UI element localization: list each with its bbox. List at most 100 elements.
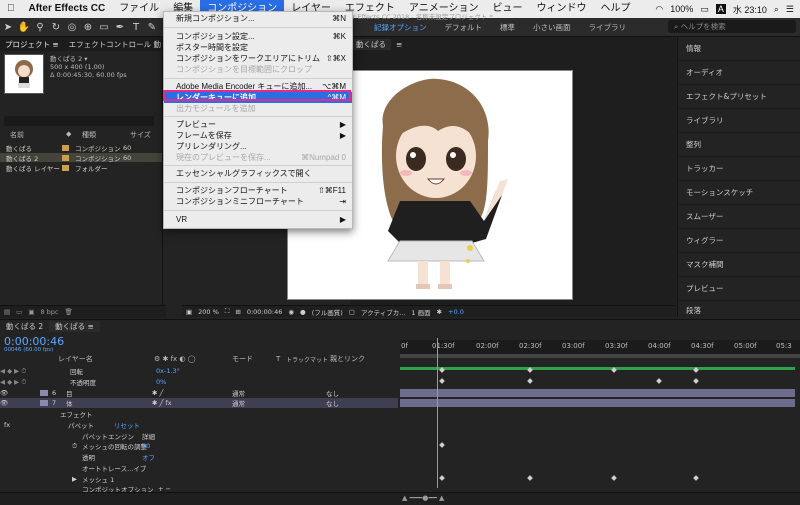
menu-item-essential-graphics[interactable]: エッセンシャルグラフィックスで開く: [164, 168, 352, 179]
camera-tool-icon[interactable]: ◎: [65, 20, 79, 34]
panel-audio[interactable]: オーディオ: [678, 61, 800, 85]
prop-value[interactable]: オフ: [142, 452, 155, 462]
menu-help[interactable]: ヘルプ: [594, 0, 638, 18]
reset-link[interactable]: リセット: [114, 420, 140, 430]
hand-tool-icon[interactable]: ✋: [17, 20, 31, 34]
menu-item-pre-render[interactable]: プリレンダリング...: [164, 141, 352, 152]
input-method[interactable]: A: [715, 4, 726, 14]
menu-item-save-frame[interactable]: フレームを保存 ▶: [164, 130, 352, 141]
workspace-tab[interactable]: 記録オプション: [365, 22, 436, 33]
bit-depth[interactable]: 8 bpc: [40, 308, 58, 316]
panel-mask-interpolation[interactable]: マスク補間: [678, 253, 800, 277]
col-size[interactable]: サイズ: [130, 130, 151, 140]
selection-tool-icon[interactable]: ➤: [1, 20, 15, 34]
panel-info[interactable]: 情報: [678, 37, 800, 61]
rectangle-tool-icon[interactable]: ▭: [97, 20, 111, 34]
menu-item-mini-flowchart[interactable]: コンポジションミニフローチャート ⇥: [164, 196, 352, 207]
stopwatch-icon[interactable]: ⏱: [72, 442, 82, 451]
zoom-slider-icon[interactable]: ▲ ━━━●━━ ▲: [402, 494, 444, 502]
tab-project[interactable]: プロジェクト ≡: [0, 39, 64, 50]
tab-effect-controls[interactable]: エフェクトコントロール 動: [64, 39, 166, 50]
app-menu[interactable]: After Effects CC: [22, 0, 113, 18]
group-row[interactable]: エフェクト: [0, 409, 398, 419]
property-row[interactable]: パペットエンジン 詳細: [0, 431, 398, 441]
snapshot-icon[interactable]: ◉: [288, 308, 294, 316]
panel-motion-sketch[interactable]: モーションスケッチ: [678, 181, 800, 205]
camera-dropdown[interactable]: アクティブカ...: [361, 307, 405, 317]
col-layer-name[interactable]: レイヤー名: [58, 354, 154, 364]
help-search-input[interactable]: ⌕ ヘルプを検索: [668, 20, 796, 33]
menu-item-flowchart[interactable]: コンポジションフローチャート ⇧⌘F11: [164, 185, 352, 196]
prop-value[interactable]: 0x-1.3°: [156, 367, 180, 375]
trash-icon[interactable]: 🗑: [65, 308, 73, 316]
work-area-bar[interactable]: [400, 354, 800, 358]
property-row[interactable]: オートトレース...イブ: [0, 463, 398, 473]
apple-icon[interactable]: : [0, 0, 22, 18]
pan-behind-tool-icon[interactable]: ⊕: [81, 20, 95, 34]
fit-icon[interactable]: ⛶: [225, 307, 230, 316]
mode-dropdown[interactable]: 通常: [232, 398, 286, 408]
menu-item-preview[interactable]: プレビュー ▶: [164, 119, 352, 130]
workspace-tab[interactable]: 小さい画面: [524, 22, 580, 33]
channel-icon[interactable]: ●: [300, 308, 306, 316]
mode-dropdown[interactable]: 通常: [232, 388, 286, 398]
layer-row-selected[interactable]: 👁 7 体 ✱ ╱ fx 通常 なし: [0, 398, 398, 408]
viewer-timecode[interactable]: 0:00:00:46: [247, 308, 283, 316]
label-icon[interactable]: ◆: [66, 130, 82, 140]
eye-icon[interactable]: 👁: [0, 399, 40, 407]
pen-tool-icon[interactable]: ✒: [113, 20, 127, 34]
property-row[interactable]: ◀ ◆ ▶ ⏱ 回転 0x-1.3°: [0, 366, 398, 377]
keyframe-nav-icon[interactable]: ◀ ◆ ▶ ⏱: [0, 378, 70, 387]
prop-value[interactable]: 20: [142, 442, 150, 450]
panel-preview[interactable]: プレビュー: [678, 277, 800, 301]
expand-arrow-icon[interactable]: ▶: [72, 475, 82, 483]
menu-file[interactable]: ファイル: [112, 0, 166, 18]
layer-row[interactable]: 👁 6 目 ✱ ╱ 通常 なし: [0, 388, 398, 398]
project-row[interactable]: 動くぱる レイヤー フォルダー: [0, 163, 162, 173]
menu-item-trim-work-area[interactable]: コンポジションをワークエリアにトリム ⇧⌘X: [164, 53, 352, 64]
new-comp-icon[interactable]: ▣: [28, 308, 34, 316]
panel-smoother[interactable]: スムーザー: [678, 205, 800, 229]
workspace-tab[interactable]: デフォルト: [436, 22, 492, 33]
menu-item-vr[interactable]: VR ▶: [164, 214, 352, 225]
menu-window[interactable]: ウィンドウ: [530, 0, 594, 18]
col-parent[interactable]: 親とリンク: [330, 354, 365, 364]
menu-item-comp-settings[interactable]: コンポジション設定... ⌘K: [164, 31, 352, 42]
quality-dropdown[interactable]: (フル画質): [312, 307, 343, 317]
selected-item-name[interactable]: 動くぱる 2 ▾: [50, 55, 127, 63]
parent-dropdown[interactable]: なし: [326, 388, 339, 398]
layer-name[interactable]: 体: [66, 398, 152, 408]
tab-comp[interactable]: 動くぱる: [351, 38, 391, 50]
layer-bar[interactable]: [400, 389, 795, 397]
layer-name[interactable]: 目: [66, 388, 152, 398]
brush-tool-icon[interactable]: ✎: [145, 20, 159, 34]
zoom-tool-icon[interactable]: ⚲: [33, 20, 47, 34]
parent-dropdown[interactable]: なし: [326, 398, 339, 408]
exposure-value[interactable]: +0.0: [448, 308, 464, 316]
view-layout-dropdown[interactable]: 1 画面: [411, 307, 430, 317]
always-preview-icon[interactable]: ▣: [186, 308, 192, 316]
project-row[interactable]: 動くぱる コンポジション 60: [0, 143, 162, 153]
playhead[interactable]: [437, 338, 438, 488]
battery-icon[interactable]: ▭: [700, 4, 709, 15]
layer-bar[interactable]: [400, 399, 795, 407]
panel-tracker[interactable]: トラッカー: [678, 157, 800, 181]
property-row[interactable]: ⏱ メッシュの回転の調整 20: [0, 441, 398, 452]
viewer-menu-icon[interactable]: ≡: [391, 40, 407, 49]
spotlight-icon[interactable]: ⌕: [774, 4, 779, 15]
grid-icon[interactable]: ⊞: [235, 308, 240, 316]
project-row[interactable]: 動くぱる 2 コンポジション 60: [0, 153, 162, 163]
layer-switches[interactable]: ✱ ╱: [152, 389, 232, 397]
tab-comp-1[interactable]: 動くぱる ≡: [49, 320, 100, 332]
eye-icon[interactable]: 👁: [0, 389, 40, 397]
effect-row[interactable]: fx パペット リセット: [0, 420, 398, 430]
panel-libraries[interactable]: ライブラリ: [678, 109, 800, 133]
zoom-dropdown[interactable]: 200 %: [198, 308, 219, 316]
workspace-tab[interactable]: ライブラリ: [580, 22, 636, 33]
workspace-tab[interactable]: 標準: [491, 22, 524, 33]
col-mode[interactable]: モード: [232, 354, 276, 364]
text-tool-icon[interactable]: T: [129, 20, 143, 34]
tab-comp-2[interactable]: 動くぱる 2: [0, 321, 49, 332]
notification-icon[interactable]: ☰: [786, 4, 794, 15]
col-type[interactable]: 種類: [82, 130, 130, 140]
